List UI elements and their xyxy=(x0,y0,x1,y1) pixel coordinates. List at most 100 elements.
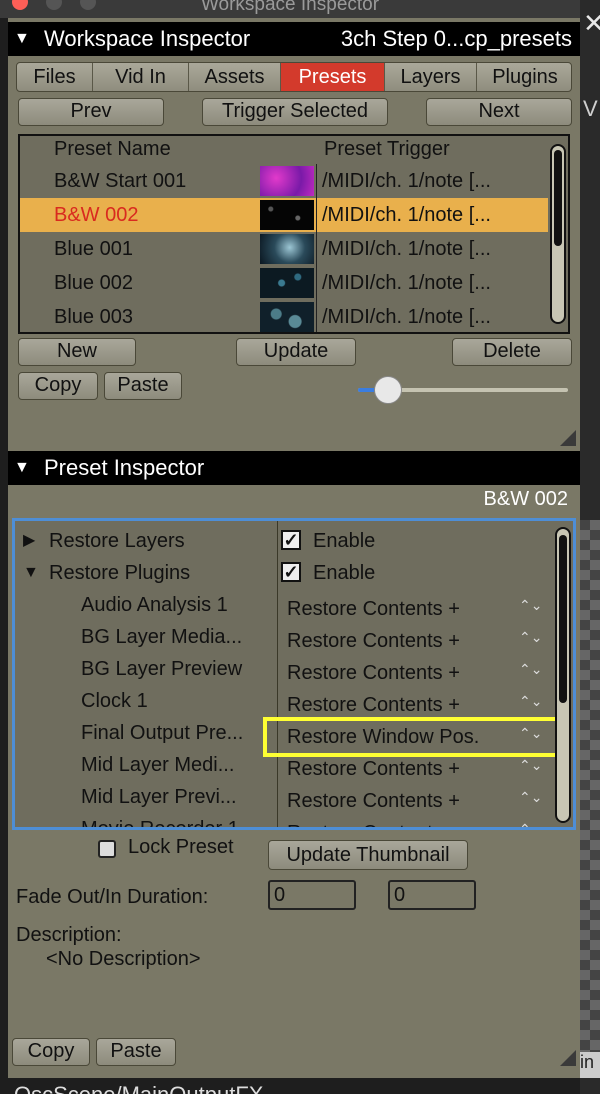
description-text[interactable]: <No Description> xyxy=(46,948,201,971)
preset-thumbnail xyxy=(260,268,314,298)
chevron-updown-icon: ⌃⌄ xyxy=(519,693,543,709)
list-item[interactable]: Audio Analysis 1 Restore Contents + ⌃⌄ xyxy=(15,589,555,621)
tab-files[interactable]: Files xyxy=(17,63,93,91)
enable-label: Enable xyxy=(313,562,376,584)
section-title: Workspace Inspector xyxy=(44,26,251,51)
update-thumbnail-button[interactable]: Update Thumbnail xyxy=(268,840,468,870)
preset-thumbnail xyxy=(260,234,314,264)
description-label: Description: xyxy=(16,924,122,946)
restore-options-list: ▶ Restore Layers ✓ Enable ▼ Restore Plug… xyxy=(12,518,576,830)
tab-assets[interactable]: Assets xyxy=(189,63,281,91)
preset-trigger: /MIDI/ch. 1/note [... xyxy=(322,204,491,226)
preset-name: Blue 003 xyxy=(54,306,133,328)
slider-knob[interactable] xyxy=(374,376,402,404)
tab-vid-in[interactable]: Vid In xyxy=(93,63,189,91)
list-item[interactable]: Mid Layer Previ... Restore Contents + ⌃⌄ xyxy=(15,781,555,813)
restore-list-scrollbar[interactable] xyxy=(555,527,571,823)
workspace-file-name: 3ch Step 0...cp_presets xyxy=(340,26,572,51)
list-item[interactable]: Clock 1 Restore Contents + ⌃⌄ xyxy=(15,685,555,717)
copy-button[interactable]: Copy xyxy=(18,372,98,400)
fade-in-field[interactable]: 0 xyxy=(388,880,476,910)
window-title: Workspace Inspector xyxy=(200,0,380,15)
column-header-preset-trigger[interactable]: Preset Trigger xyxy=(324,138,450,161)
lock-preset-checkbox[interactable] xyxy=(98,840,116,858)
update-preset-button[interactable]: Update xyxy=(236,338,356,366)
list-item[interactable]: BG Layer Media... Restore Contents + ⌃⌄ xyxy=(15,621,555,653)
preset-trigger: /MIDI/ch. 1/note [... xyxy=(322,306,491,328)
paste-button[interactable]: Paste xyxy=(104,372,182,400)
list-item[interactable]: BG Layer Preview Restore Contents + ⌃⌄ xyxy=(15,653,555,685)
restore-plugins-checkbox[interactable]: ✓ xyxy=(281,562,301,582)
resize-grip-icon[interactable] xyxy=(560,1050,576,1066)
restore-mode-popup[interactable]: Restore Contents + xyxy=(287,817,460,827)
preset-name: Blue 002 xyxy=(54,272,133,294)
column-header-preset-name[interactable]: Preset Name xyxy=(54,138,171,161)
table-row[interactable]: B&W Start 001 /MIDI/ch. 1/note [... xyxy=(20,164,548,198)
background-window-label: V xyxy=(583,96,598,121)
resize-grip-icon[interactable] xyxy=(560,430,576,446)
plugin-name: Mid Layer Previ... xyxy=(81,786,237,808)
background-window-text: OscScene/MainOutputFX xyxy=(14,1082,263,1094)
preset-name: B&W Start 001 xyxy=(54,170,187,192)
disclosure-triangle-icon[interactable]: ▼ xyxy=(23,557,39,589)
plugin-name: Mid Layer Medi... xyxy=(81,754,235,776)
disclosure-triangle-icon[interactable]: ▶ xyxy=(23,525,35,557)
preset-thumbnail xyxy=(260,166,314,196)
background-window-label: in xyxy=(580,1052,600,1078)
table-row[interactable]: B&W 002 /MIDI/ch. 1/note [... xyxy=(20,198,548,232)
chevron-updown-icon: ⌃⌄ xyxy=(519,821,543,830)
fade-duration-label: Fade Out/In Duration: xyxy=(16,886,209,908)
new-preset-button[interactable]: New xyxy=(18,338,136,366)
scrollbar-thumb[interactable] xyxy=(559,535,567,703)
delete-preset-button[interactable]: Delete xyxy=(452,338,572,366)
preset-inspector-header[interactable]: ▼ Preset Inspector xyxy=(8,451,580,485)
inspector-tab-bar: Files Vid In Assets Presets Layers Plugi… xyxy=(16,62,572,92)
paste-preset-settings-button[interactable]: Paste xyxy=(96,1038,176,1066)
preset-trigger: /MIDI/ch. 1/note [... xyxy=(322,238,491,260)
chevron-updown-icon: ⌃⌄ xyxy=(519,789,543,805)
restore-layers-checkbox[interactable]: ✓ xyxy=(281,530,301,550)
disclosure-triangle-icon[interactable]: ▼ xyxy=(14,22,30,56)
window-titlebar: Workspace Inspector xyxy=(0,0,580,18)
enable-label: Enable xyxy=(313,530,376,552)
tab-presets[interactable]: Presets xyxy=(281,63,385,91)
lock-preset-label: Lock Preset xyxy=(128,836,234,858)
workspace-inspector-header[interactable]: ▼ Workspace Inspector 3ch Step 0...cp_pr… xyxy=(8,22,580,56)
tab-plugins[interactable]: Plugins xyxy=(477,63,571,91)
table-row[interactable]: Blue 001 /MIDI/ch. 1/note [... xyxy=(20,232,548,266)
plugin-name: Audio Analysis 1 xyxy=(81,594,228,616)
next-button[interactable]: Next xyxy=(426,98,572,126)
list-item[interactable]: ▶ Restore Layers ✓ Enable xyxy=(15,525,555,557)
checkerboard-preview xyxy=(580,520,600,1060)
plugin-name: Clock 1 xyxy=(81,690,148,712)
preset-thumbnail xyxy=(260,302,314,332)
scrollbar-thumb[interactable] xyxy=(554,150,562,246)
list-item[interactable]: Movie Recorder 1 Restore Contents + ⌃⌄ xyxy=(15,813,555,830)
preset-table: Preset Name Preset Trigger B&W Start 001… xyxy=(18,134,570,334)
trigger-selected-button[interactable]: Trigger Selected xyxy=(202,98,388,126)
list-item[interactable]: ▼ Restore Plugins ✓ Enable xyxy=(15,557,555,589)
selected-preset-name: B&W 002 xyxy=(483,488,568,510)
preset-thumbnail xyxy=(260,200,314,230)
restore-layers-label: Restore Layers xyxy=(49,530,185,552)
plugin-name: BG Layer Preview xyxy=(81,658,243,680)
plugin-name: Final Output Pre... xyxy=(81,722,244,744)
fade-out-field[interactable]: 0 xyxy=(268,880,356,910)
copy-preset-settings-button[interactable]: Copy xyxy=(12,1038,90,1066)
prev-button[interactable]: Prev xyxy=(18,98,164,126)
table-row[interactable]: Blue 002 /MIDI/ch. 1/note [... xyxy=(20,266,548,300)
chevron-updown-icon: ⌃⌄ xyxy=(519,661,543,677)
disclosure-triangle-icon[interactable]: ▼ xyxy=(14,451,30,485)
preset-trigger: /MIDI/ch. 1/note [... xyxy=(322,170,491,192)
close-icon[interactable]: ✕ xyxy=(583,8,600,39)
chevron-updown-icon: ⌃⌄ xyxy=(519,629,543,645)
preset-table-scrollbar[interactable] xyxy=(550,144,566,324)
table-row[interactable]: Blue 003 /MIDI/ch. 1/note [... xyxy=(20,300,548,332)
chevron-updown-icon: ⌃⌄ xyxy=(519,597,543,613)
highlight-annotation xyxy=(263,717,559,757)
tab-layers[interactable]: Layers xyxy=(385,63,477,91)
preset-trigger: /MIDI/ch. 1/note [... xyxy=(322,272,491,294)
column-divider xyxy=(316,164,317,332)
preset-name: B&W 002 xyxy=(54,204,139,226)
workspace-inspector-panel: ▼ Workspace Inspector 3ch Step 0...cp_pr… xyxy=(8,18,580,1078)
